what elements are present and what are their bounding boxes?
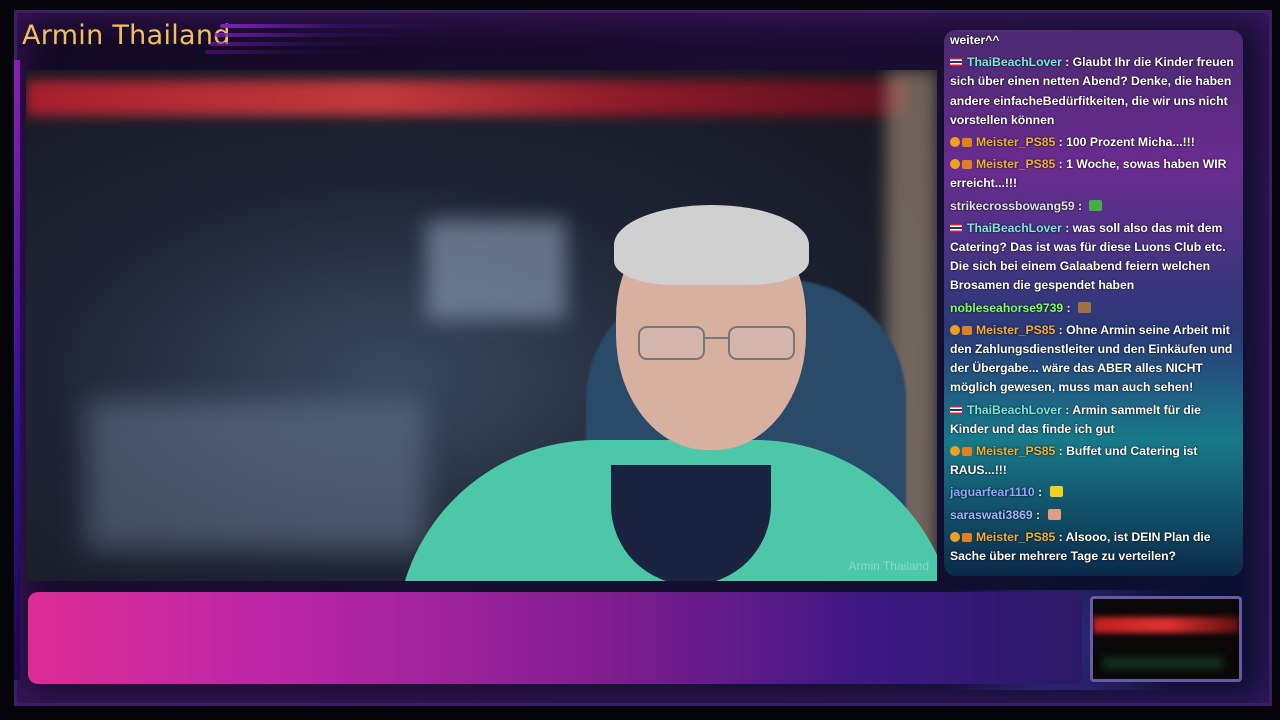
- sub-badge-icon: [950, 324, 960, 335]
- chat-username[interactable]: ThaiBeachLover: [967, 221, 1062, 235]
- chat-separator: :: [1055, 135, 1067, 150]
- chat-message: Meister_PS85 : 1 Woche, sowas haben WIR …: [950, 154, 1240, 195]
- chat-separator: :: [1061, 220, 1073, 235]
- chat-separator: :: [1063, 300, 1074, 315]
- chat-text: weiter^^: [950, 33, 1000, 47]
- camera-floor: [1103, 657, 1223, 669]
- chat-message: Meister_PS85 : Alsooo, ist DEIN Plan die…: [950, 527, 1240, 568]
- yellow-chick-emote-icon: [1049, 486, 1063, 498]
- peach-figure-emote-icon: [1047, 508, 1061, 520]
- thai-flag-icon: [950, 58, 962, 67]
- secondary-camera[interactable]: [1090, 596, 1242, 682]
- title-stripe: [215, 33, 425, 37]
- chat-username[interactable]: jaguarfear1110: [950, 485, 1035, 499]
- chat-separator: :: [1032, 507, 1044, 522]
- webcam-video[interactable]: Armin Thailand: [26, 70, 937, 581]
- chat-username[interactable]: ThaiBeachLover: [967, 403, 1062, 417]
- chat-separator: :: [1061, 402, 1073, 417]
- green-box-emote-icon: [1089, 199, 1103, 211]
- chat-separator: :: [1061, 55, 1073, 70]
- gift-badge-icon: [962, 447, 972, 457]
- bottom-banner: [28, 592, 1082, 684]
- brown-figure-emote-icon: [1077, 301, 1091, 313]
- chat-username[interactable]: nobleseahorse9739: [950, 301, 1063, 315]
- background-red-light: [26, 80, 906, 116]
- sub-badge-icon: [950, 446, 960, 457]
- sub-badge-icon: [950, 137, 960, 148]
- chat-separator: :: [1055, 444, 1067, 459]
- glasses: [638, 326, 795, 360]
- background-object: [86, 400, 426, 550]
- chat-username[interactable]: Meister_PS85: [976, 157, 1055, 171]
- frame-glow: [14, 60, 20, 680]
- chat-username[interactable]: Meister_PS85: [976, 444, 1055, 458]
- chat-message: Meister_PS85 : Buffet und Catering ist R…: [950, 441, 1240, 482]
- gift-badge-icon: [962, 532, 972, 542]
- chat-username[interactable]: Meister_PS85: [976, 323, 1055, 337]
- chat-message: Meister_PS85 : 100 Prozent Micha...!!!: [950, 132, 1240, 154]
- sub-badge-icon: [950, 159, 960, 170]
- chat-message: strikecrossbowang59 :: [950, 196, 1240, 218]
- chat-text: 100 Prozent Micha...!!!: [1066, 135, 1195, 150]
- gift-badge-icon: [962, 325, 972, 335]
- background-object: [426, 220, 566, 320]
- chat-username[interactable]: saraswati3869: [950, 508, 1033, 522]
- chat-message: ThaiBeachLover : Glaubt Ihr die Kinder f…: [950, 52, 1240, 132]
- chat-message: ThaiBeachLover : was soll also das mit d…: [950, 218, 1240, 298]
- chat-username[interactable]: Meister_PS85: [976, 135, 1055, 149]
- gift-badge-icon: [962, 138, 972, 148]
- title-stripe: [220, 24, 450, 28]
- thai-flag-icon: [950, 405, 962, 414]
- person-hair: [614, 205, 809, 285]
- chat-separator: :: [1055, 322, 1067, 337]
- camera-red-light: [1093, 617, 1239, 633]
- chat-message: saraswati3869 :: [950, 505, 1240, 527]
- channel-title: Armin Thailand: [22, 20, 231, 51]
- chat-message-list[interactable]: weiter^^ ThaiBeachLover : Glaubt Ihr die …: [950, 30, 1240, 568]
- sub-badge-icon: [950, 531, 960, 542]
- chat-panel[interactable]: weiter^^ ThaiBeachLover : Glaubt Ihr die …: [944, 30, 1243, 576]
- chat-separator: :: [1055, 529, 1066, 544]
- chat-message: nobleseahorse9739 :: [950, 298, 1240, 320]
- chat-username[interactable]: Meister_PS85: [976, 530, 1055, 544]
- title-stripe: [205, 50, 375, 54]
- chat-message: ThaiBeachLover : Armin sammelt für die K…: [950, 400, 1240, 441]
- gift-badge-icon: [962, 160, 972, 170]
- chat-separator: :: [1055, 157, 1067, 172]
- chat-message: jaguarfear1110 :: [950, 482, 1240, 504]
- chat-message: weiter^^: [950, 30, 1240, 52]
- thai-flag-icon: [950, 223, 962, 232]
- video-watermark: Armin Thailand: [848, 559, 929, 573]
- chat-message: Meister_PS85 : Ohne Armin seine Arbeit m…: [950, 320, 1240, 400]
- chat-separator: :: [1074, 198, 1086, 213]
- title-stripe: [210, 42, 400, 46]
- chat-separator: :: [1034, 485, 1046, 500]
- chat-username[interactable]: ThaiBeachLover: [967, 55, 1062, 69]
- chat-username[interactable]: strikecrossbowang59: [950, 199, 1075, 213]
